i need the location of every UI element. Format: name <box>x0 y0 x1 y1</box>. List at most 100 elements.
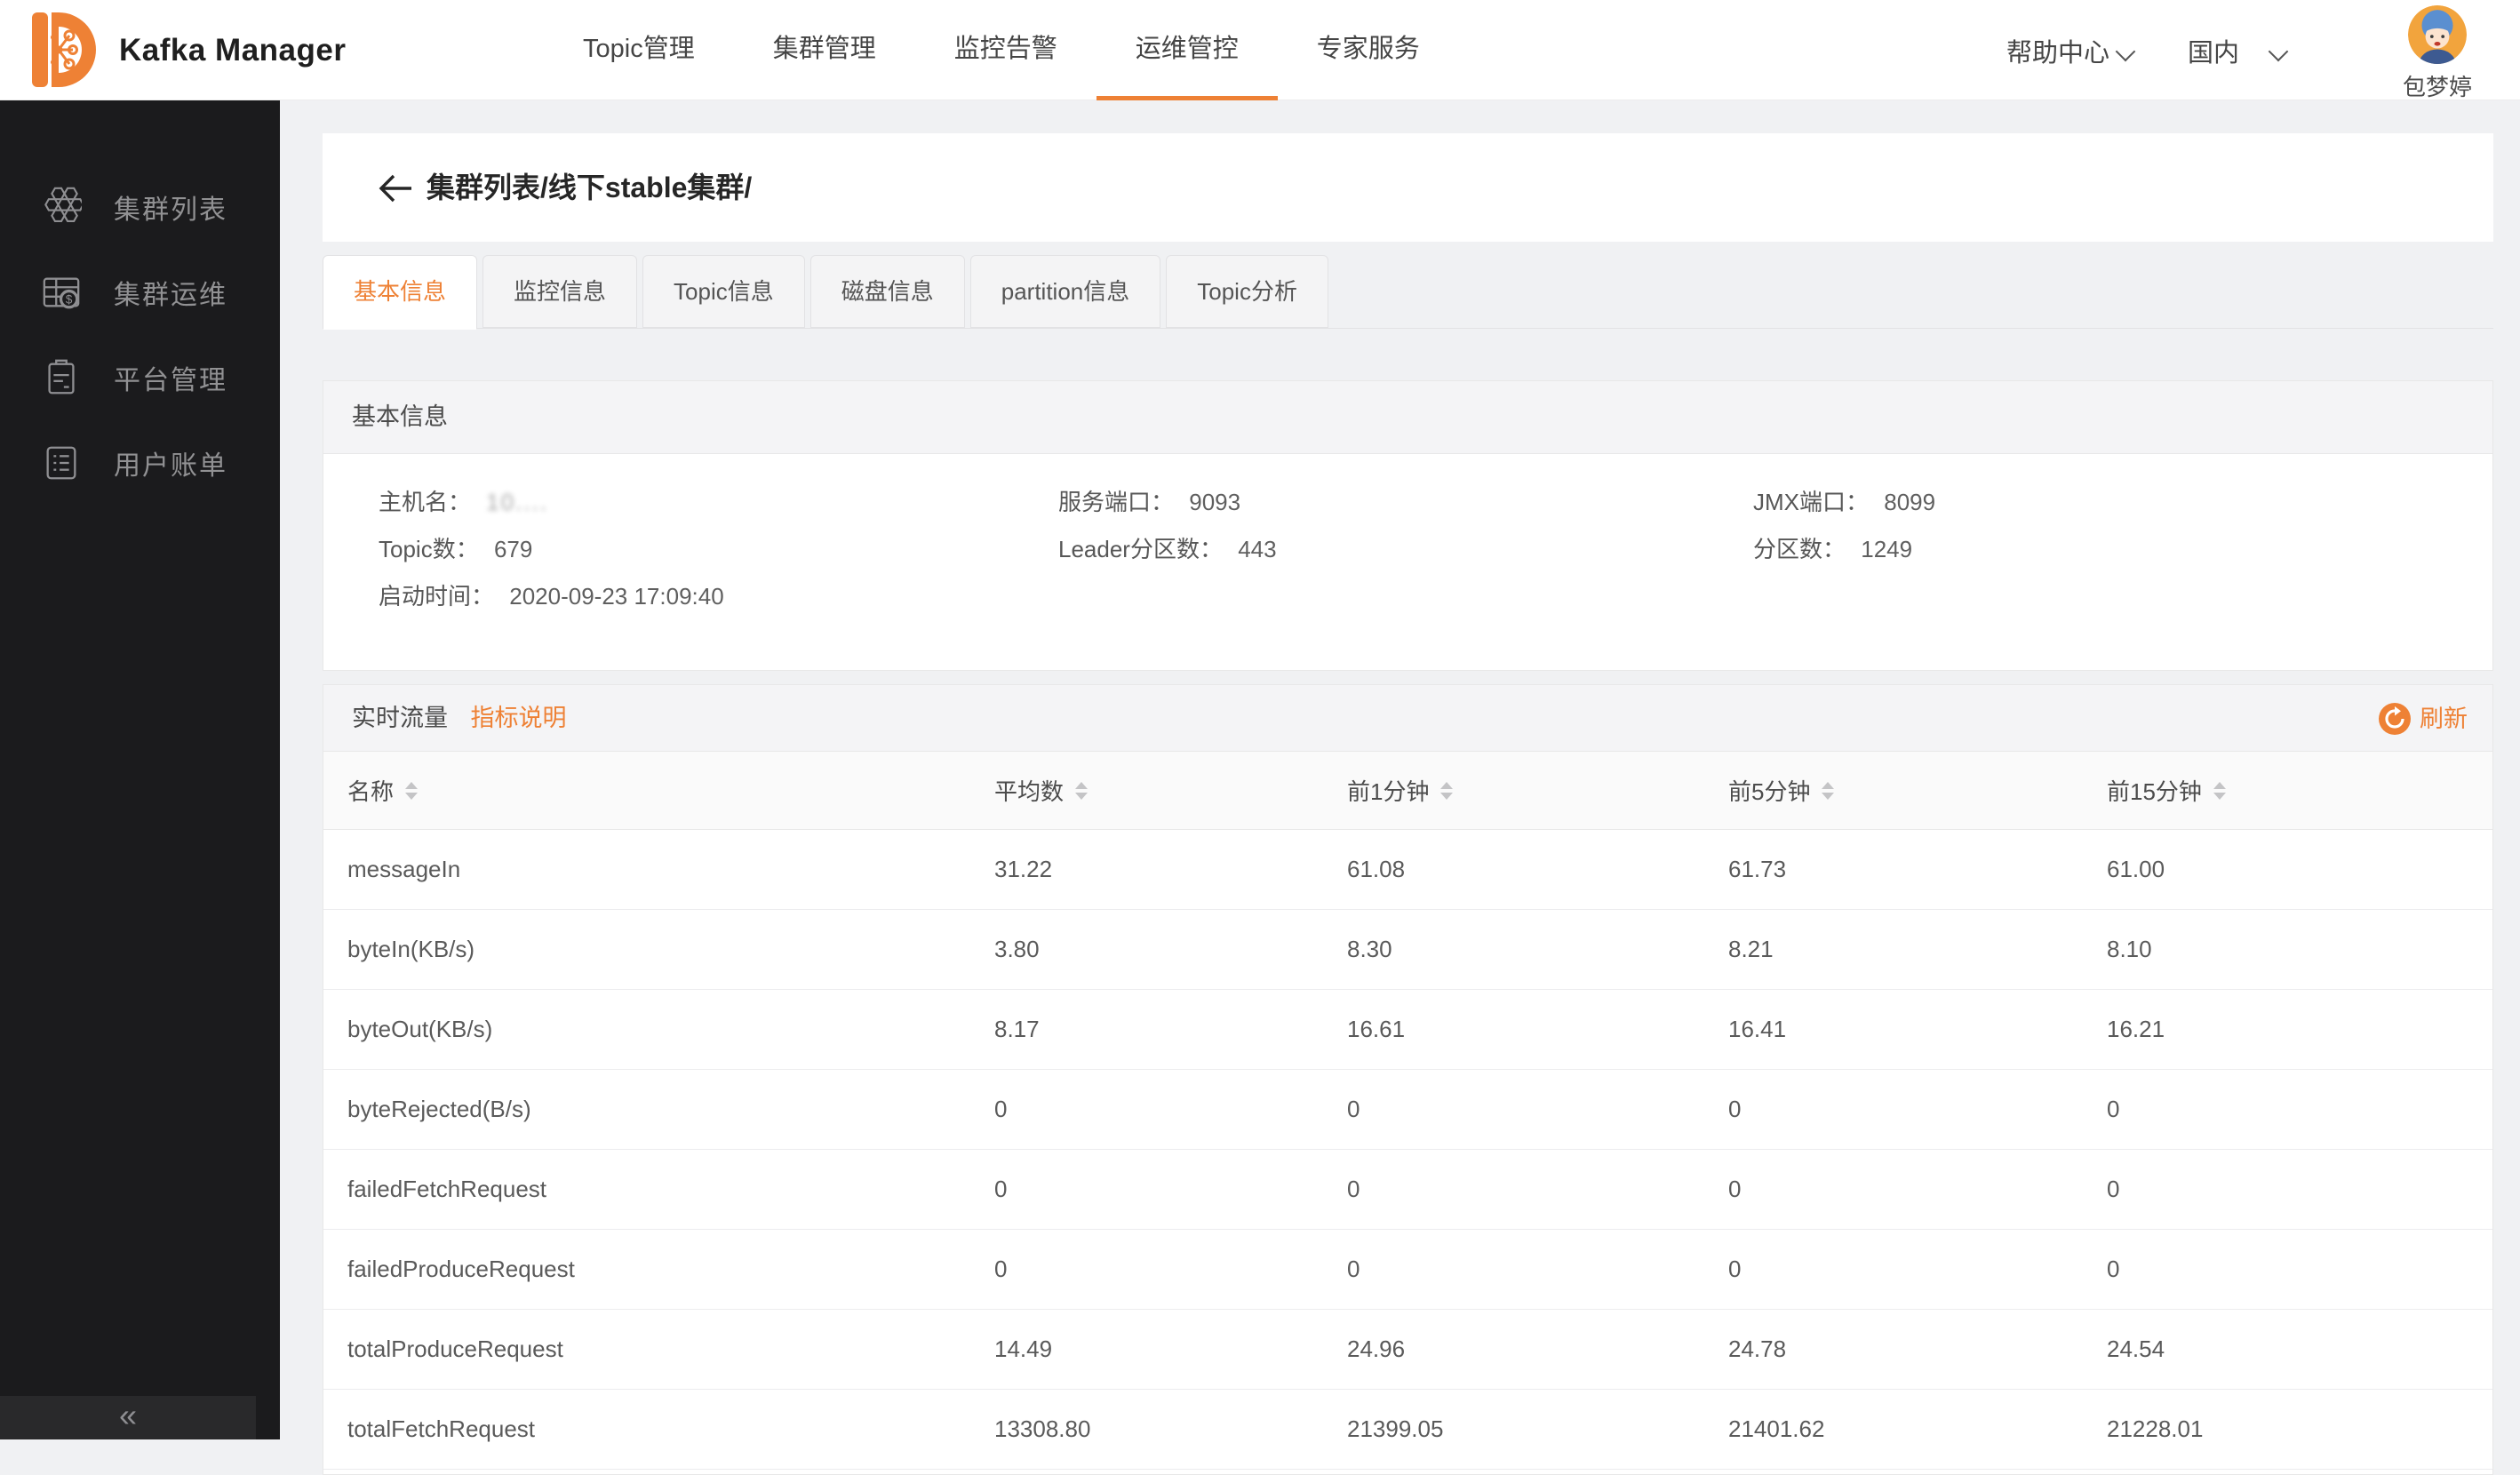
metric-avg: 31.22 <box>994 856 1347 883</box>
metric-5min: 0 <box>1728 1096 2107 1123</box>
metric-avg: 0 <box>994 1096 1347 1123</box>
field-hostname: 主机名： 10.... <box>379 479 1058 526</box>
sidebar-item-platform[interactable]: 平台管理 <box>0 335 280 420</box>
table-row: byteRejected(B/s) 0 0 0 0 <box>323 1070 2492 1150</box>
basic-info-panel: 基本信息 主机名： 10.... 服务端口： 9093 JMX端口： 8099 … <box>323 380 2493 671</box>
refresh-label: 刷新 <box>2420 686 2468 752</box>
clipboard-icon <box>41 357 82 398</box>
chevron-down-icon <box>2117 41 2136 60</box>
tab-partition-info[interactable]: partition信息 <box>970 255 1161 328</box>
sidebar-item-label: 用户账单 <box>114 443 227 482</box>
sidebar-item-label: 集群运维 <box>114 273 227 312</box>
nav-item-ops[interactable]: 运维管控 <box>1097 0 1278 100</box>
metric-name: byteRejected(B/s) <box>347 1096 994 1123</box>
sort-icon[interactable] <box>2213 782 2226 800</box>
metric-5min: 0 <box>1728 1256 2107 1283</box>
realtime-panel-title: 实时流量 <box>352 705 448 731</box>
nav-item-cluster[interactable]: 集群管理 <box>734 0 915 100</box>
username: 包梦婷 <box>2388 69 2486 102</box>
page-title: 集群列表/线下stable集群/ <box>427 133 752 242</box>
table-body: messageIn 31.22 61.08 61.73 61.00 byteIn… <box>323 830 2492 1470</box>
detail-tabs: 基本信息 监控信息 Topic信息 磁盘信息 partition信息 Topic… <box>323 255 2493 329</box>
metric-avg: 13308.80 <box>994 1415 1347 1443</box>
metric-1min: 0 <box>1347 1256 1728 1283</box>
cluster-ops-icon: $ <box>41 272 82 313</box>
tab-monitor-info[interactable]: 监控信息 <box>482 255 637 328</box>
honeycomb-icon <box>41 187 82 227</box>
field-topic-count: Topic数： 679 <box>379 526 1058 573</box>
metric-avg: 0 <box>994 1256 1347 1283</box>
metric-5min: 24.78 <box>1728 1335 2107 1363</box>
back-button[interactable] <box>374 167 417 210</box>
column-header-5min[interactable]: 前5分钟 <box>1728 774 2107 807</box>
sidebar-item-label: 平台管理 <box>114 358 227 397</box>
hostname-value: 10.... <box>486 489 548 515</box>
metric-5min: 8.21 <box>1728 936 2107 963</box>
metric-avg: 0 <box>994 1176 1347 1203</box>
metric-1min: 21399.05 <box>1347 1415 1728 1443</box>
app-logo-icon[interactable] <box>18 7 103 92</box>
sort-icon[interactable] <box>1075 782 1088 800</box>
metric-15min: 16.21 <box>2107 1016 2492 1043</box>
sidebar-item-cluster-list[interactable]: 集群列表 <box>0 164 280 250</box>
column-header-15min[interactable]: 前15分钟 <box>2107 774 2492 807</box>
sort-icon[interactable] <box>1440 782 1453 800</box>
column-header-name[interactable]: 名称 <box>347 774 994 807</box>
field-leader-partition-count: Leader分区数： 443 <box>1058 526 1753 573</box>
sidebar-item-billing[interactable]: 用户账单 <box>0 420 280 506</box>
nav-item-monitor[interactable]: 监控告警 <box>915 0 1097 100</box>
top-navbar: Kafka Manager Topic管理 集群管理 监控告警 运维管控 专家服… <box>0 0 2520 100</box>
metric-15min: 21228.01 <box>2107 1415 2492 1443</box>
metric-1min: 16.61 <box>1347 1016 1728 1043</box>
user-menu[interactable]: 包梦婷 <box>2388 4 2486 102</box>
metric-5min: 21401.62 <box>1728 1415 2107 1443</box>
basic-info-panel-title: 基本信息 <box>323 381 2492 454</box>
column-header-1min[interactable]: 前1分钟 <box>1347 774 1728 807</box>
field-partition-count: 分区数： 1249 <box>1753 526 2492 573</box>
table-row: totalProduceRequest 14.49 24.96 24.78 24… <box>323 1310 2492 1390</box>
billing-list-icon <box>41 442 82 483</box>
metric-15min: 0 <box>2107 1256 2492 1283</box>
metric-name: failedFetchRequest <box>347 1176 994 1203</box>
sidebar-item-cluster-ops[interactable]: $ 集群运维 <box>0 250 280 335</box>
metric-1min: 61.08 <box>1347 856 1728 883</box>
tab-topic-analysis[interactable]: Topic分析 <box>1166 255 1328 328</box>
field-service-port: 服务端口： 9093 <box>1058 479 1753 526</box>
tab-basic-info[interactable]: 基本信息 <box>323 255 477 330</box>
basic-info-fields: 主机名： 10.... 服务端口： 9093 JMX端口： 8099 Topic… <box>323 454 2492 620</box>
metric-avg: 14.49 <box>994 1335 1347 1363</box>
column-header-avg[interactable]: 平均数 <box>994 774 1347 807</box>
region-label: 国内 <box>2188 32 2239 69</box>
metric-5min: 16.41 <box>1728 1016 2107 1043</box>
metric-15min: 24.54 <box>2107 1335 2492 1363</box>
field-start-time: 启动时间： 2020-09-23 17:09:40 <box>379 573 1058 620</box>
metric-1min: 0 <box>1347 1176 1728 1203</box>
metric-5min: 61.73 <box>1728 856 2107 883</box>
nav-item-topic[interactable]: Topic管理 <box>544 0 734 100</box>
sort-icon[interactable] <box>1822 782 1834 800</box>
nav-item-expert[interactable]: 专家服务 <box>1278 0 1459 100</box>
help-center-dropdown[interactable]: 帮助中心 <box>2006 32 2136 69</box>
metric-15min: 0 <box>2107 1096 2492 1123</box>
tab-disk-info[interactable]: 磁盘信息 <box>810 255 965 328</box>
table-row: messageIn 31.22 61.08 61.73 61.00 <box>323 830 2492 910</box>
tab-topic-info[interactable]: Topic信息 <box>642 255 805 328</box>
metric-1min: 24.96 <box>1347 1335 1728 1363</box>
sidebar-collapse-button[interactable]: « <box>0 1396 256 1439</box>
table-row: failedProduceRequest 0 0 0 0 <box>323 1230 2492 1310</box>
refresh-icon <box>2379 703 2411 735</box>
metric-1min: 0 <box>1347 1096 1728 1123</box>
sort-icon[interactable] <box>405 782 418 800</box>
realtime-traffic-panel: 实时流量 指标说明 刷新 名称 平均数 前1分钟 前5分钟 <box>323 684 2493 1475</box>
metric-15min: 61.00 <box>2107 856 2492 883</box>
metric-avg: 8.17 <box>994 1016 1347 1043</box>
region-dropdown[interactable]: 国内 <box>2188 32 2289 69</box>
sidebar-item-label: 集群列表 <box>114 187 227 227</box>
refresh-button[interactable]: 刷新 <box>2379 685 2468 752</box>
avatar <box>2408 5 2467 64</box>
table-row: byteIn(KB/s) 3.80 8.30 8.21 8.10 <box>323 910 2492 990</box>
metric-name: byteIn(KB/s) <box>347 936 994 963</box>
metric-doc-link[interactable]: 指标说明 <box>471 705 567 731</box>
table-row: totalFetchRequest 13308.80 21399.05 2140… <box>323 1390 2492 1470</box>
table-row: failedFetchRequest 0 0 0 0 <box>323 1150 2492 1230</box>
